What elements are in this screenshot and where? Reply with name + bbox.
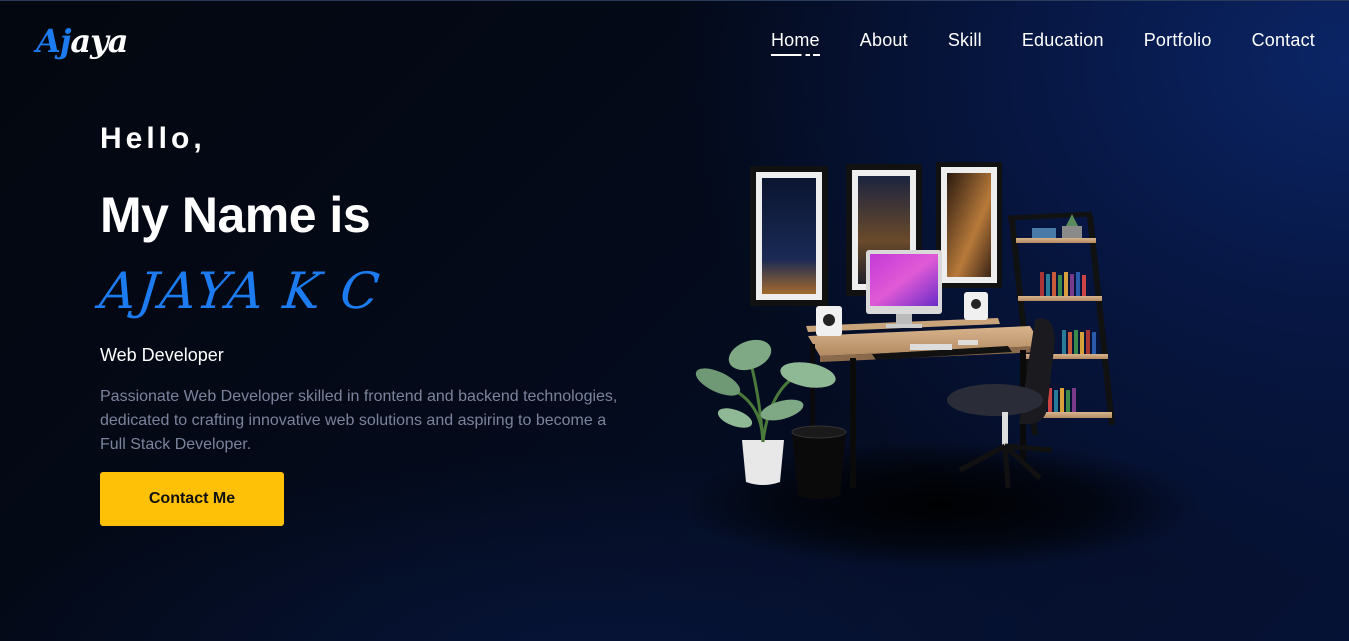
wall-frame-1 bbox=[750, 166, 828, 306]
contact-me-button[interactable]: Contact Me bbox=[100, 472, 284, 526]
trash-bin bbox=[791, 425, 847, 499]
hero-name: AJAYA K C bbox=[96, 262, 384, 320]
nav-skill[interactable]: Skill bbox=[948, 30, 982, 51]
top-border bbox=[0, 0, 1349, 1]
main-nav: Home About Skill Education Portfolio Con… bbox=[770, 30, 1315, 56]
desktop-monitor bbox=[866, 250, 942, 328]
hero-bio: Passionate Web Developer skilled in fron… bbox=[100, 388, 618, 453]
logo-part-2: aya bbox=[70, 22, 128, 60]
nav-education[interactable]: Education bbox=[1022, 30, 1104, 51]
hero-greeting: Hello, bbox=[100, 122, 206, 155]
logo-part-1: Aj bbox=[36, 22, 71, 60]
wall-frame-3 bbox=[936, 162, 1002, 288]
site-logo[interactable]: Ajaya bbox=[36, 22, 128, 60]
nav-contact[interactable]: Contact bbox=[1252, 30, 1315, 51]
nav-about[interactable]: About bbox=[860, 30, 908, 51]
nav-portfolio[interactable]: Portfolio bbox=[1144, 30, 1212, 51]
hero-role: Web Developer bbox=[100, 345, 224, 365]
hero-intro: My Name is bbox=[100, 187, 371, 243]
nav-home[interactable]: Home bbox=[770, 30, 820, 56]
workspace-illustration bbox=[690, 162, 1200, 570]
